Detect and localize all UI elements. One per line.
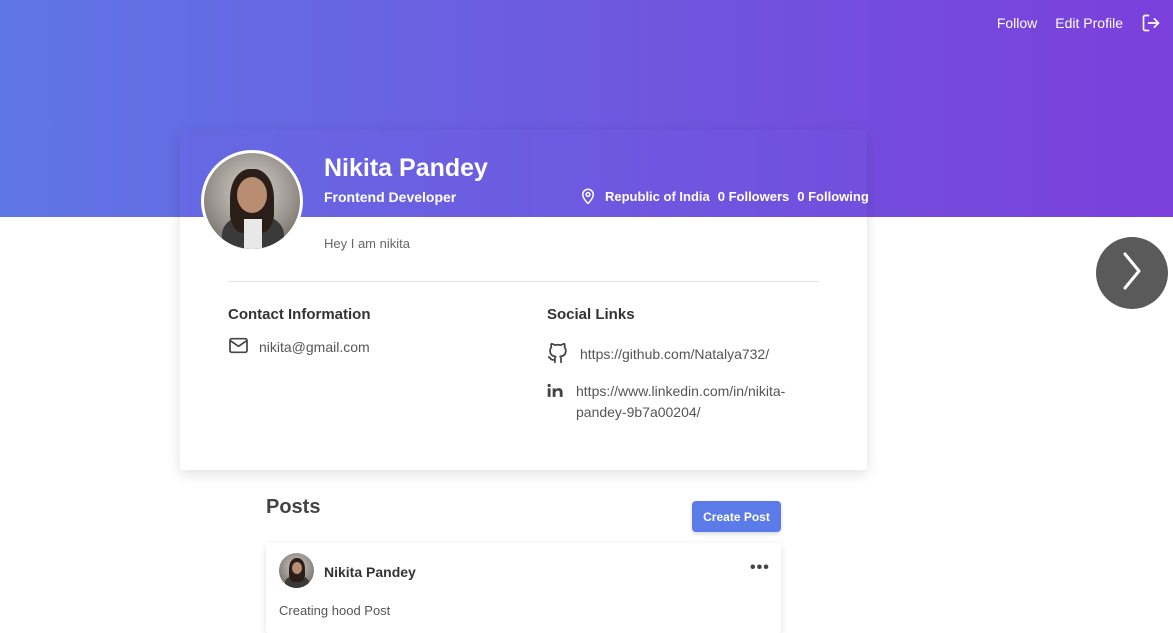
contact-email: nikita@gmail.com [259, 339, 370, 355]
linkedin-link-line1: https://www.linkedin.com/in/nikita- [576, 383, 786, 399]
next-button[interactable] [1096, 237, 1168, 309]
profile-avatar [201, 150, 303, 252]
posts-title: Posts [266, 496, 321, 518]
more-options-icon[interactable]: ••• [750, 560, 770, 576]
follow-link[interactable]: Follow [997, 15, 1037, 31]
post-card: Nikita Pandey ••• Creating hood Post [266, 543, 781, 633]
profile-bio: Hey I am nikita [324, 236, 410, 251]
top-nav: Follow Edit Profile [997, 13, 1161, 33]
contact-title: Contact Information [228, 306, 371, 323]
github-link-row: https://github.com/Natalya732/ [547, 342, 769, 370]
divider [228, 281, 819, 282]
social-title: Social Links [547, 306, 635, 323]
location-text: Republic of India [605, 188, 710, 204]
linkedin-link-line2: pandey-9b7a00204/ [576, 404, 701, 420]
post-author: Nikita Pandey [324, 564, 416, 580]
github-icon [547, 342, 568, 370]
linkedin-icon [547, 383, 564, 404]
mail-icon [228, 337, 249, 357]
avatar [279, 553, 314, 588]
github-link[interactable]: https://github.com/Natalya732/ [580, 344, 769, 365]
create-post-button[interactable]: Create Post [692, 501, 781, 532]
logout-icon[interactable] [1141, 13, 1161, 33]
chevron-right-icon [1120, 251, 1144, 296]
edit-profile-link[interactable]: Edit Profile [1055, 15, 1123, 31]
profile-name: Nikita Pandey [324, 154, 488, 182]
linkedin-link-row: https://www.linkedin.com/in/nikita- pand… [547, 381, 785, 423]
profile-meta: Republic of India 0 Followers 0 Followin… [579, 185, 869, 207]
following-count[interactable]: 0 Following [797, 189, 869, 204]
followers-count[interactable]: 0 Followers [718, 189, 790, 204]
profile-role: Frontend Developer [324, 189, 457, 205]
location-pin-icon [579, 186, 597, 206]
post-text: Creating hood Post [279, 603, 391, 618]
contact-email-row: nikita@gmail.com [228, 337, 370, 357]
linkedin-link[interactable]: https://www.linkedin.com/in/nikita- pand… [576, 381, 785, 423]
